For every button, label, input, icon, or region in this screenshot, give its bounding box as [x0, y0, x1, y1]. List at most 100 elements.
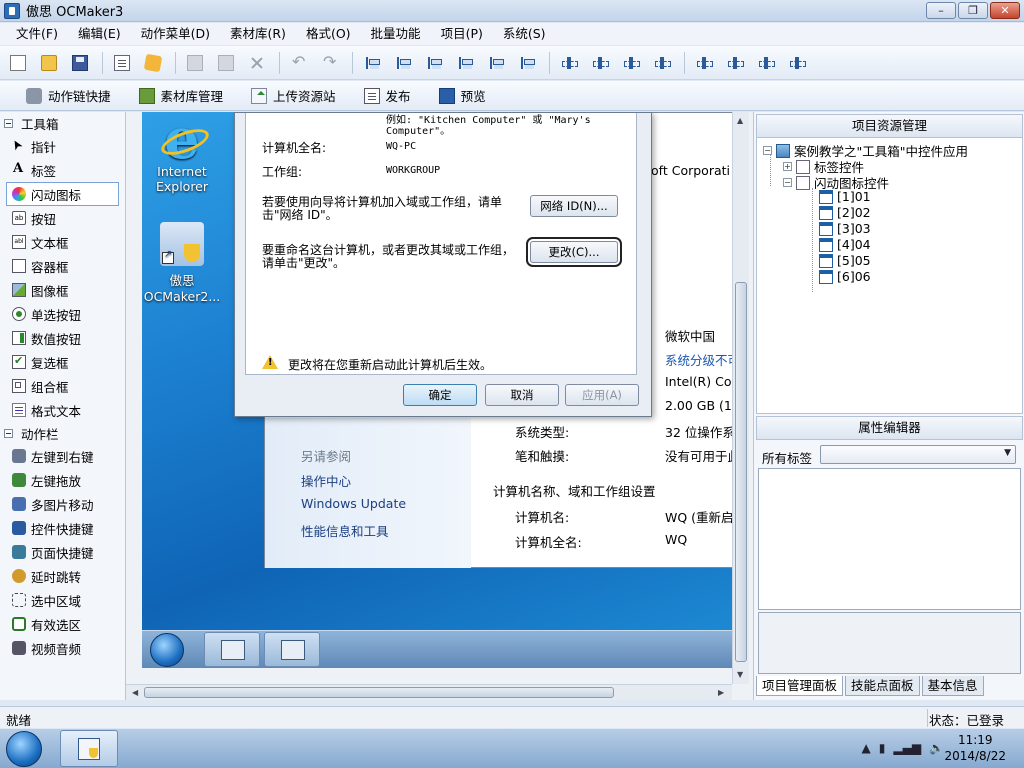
menu-project[interactable]: 项目(P)	[431, 23, 493, 45]
space-decrease-button[interactable]	[783, 49, 811, 77]
taskbar-button-system[interactable]	[264, 632, 320, 667]
tree-page-item[interactable]: [3]03	[819, 221, 871, 236]
tree-page-item[interactable]: [4]04	[819, 237, 871, 252]
cancel-button[interactable]: 取消	[485, 384, 559, 406]
action-select-area[interactable]: 选中区域	[0, 588, 125, 612]
scroll-up-icon[interactable]: ▲	[737, 116, 743, 125]
properties-button[interactable]	[108, 49, 136, 77]
close-button[interactable]: ✕	[990, 2, 1020, 19]
tray-device-icon[interactable]: ▮	[879, 741, 886, 755]
network-id-button[interactable]: 网络 ID(N)...	[530, 195, 618, 217]
action-video-audio[interactable]: 视频音频	[0, 636, 125, 660]
same-width-button[interactable]	[617, 49, 645, 77]
tab-project-management[interactable]: 项目管理面板	[756, 676, 844, 696]
preview-button[interactable]: 预览	[438, 86, 486, 105]
action-chain-button[interactable]: 动作链快捷	[26, 86, 111, 105]
publish-button[interactable]: 发布	[363, 86, 411, 105]
apply-button[interactable]: 应用(A)	[565, 384, 639, 406]
menu-system[interactable]: 系统(S)	[493, 23, 556, 45]
tab-skill-points[interactable]: 技能点面板	[845, 676, 920, 696]
distribute-v-button[interactable]	[586, 49, 614, 77]
tree-page-item[interactable]: [6]06	[819, 269, 871, 284]
align-middle-button[interactable]	[482, 49, 510, 77]
tool-flash-icon[interactable]: 闪动图标	[6, 182, 119, 206]
desktop-icon-ocmaker[interactable]: 傲思 OCMaker2...	[142, 222, 222, 304]
tool-checkbox[interactable]: 复选框	[0, 350, 125, 374]
tool-combo[interactable]: 组合框	[0, 374, 125, 398]
action-bar-header[interactable]: 动作栏	[0, 422, 125, 444]
action-multi-image[interactable]: 多图片移动	[0, 492, 125, 516]
volume-icon[interactable]: 🔈	[929, 741, 944, 755]
tool-textbox[interactable]: abl 文本框	[0, 230, 125, 254]
tray-expand-icon[interactable]: ▲	[862, 741, 871, 755]
menu-library[interactable]: 素材库(R)	[220, 23, 296, 45]
menu-action[interactable]: 动作菜单(D)	[131, 23, 220, 45]
horizontal-scrollbar[interactable]: ◀ ▶	[126, 684, 732, 700]
plugin-button[interactable]	[139, 49, 167, 77]
taskbar-button-network[interactable]	[204, 632, 260, 667]
tool-richtext[interactable]: 格式文本	[0, 398, 125, 422]
copy-button[interactable]	[181, 49, 209, 77]
network-signal-icon[interactable]: ▂▄▆	[893, 741, 921, 755]
horizontal-scroll-thumb[interactable]	[144, 687, 614, 698]
taskbar-ocmaker-button[interactable]	[60, 730, 118, 767]
desktop-icon-ie[interactable]: Internet Explorer	[142, 112, 222, 194]
windows-update-link[interactable]: Windows Update	[301, 496, 406, 511]
action-center-link[interactable]: 操作中心	[301, 471, 351, 490]
align-center-button[interactable]	[389, 49, 417, 77]
tool-button[interactable]: ab 按钮	[0, 206, 125, 230]
expand-icon[interactable]: +	[783, 162, 792, 171]
menu-edit[interactable]: 编辑(E)	[68, 23, 131, 45]
toolbox-header[interactable]: 工具箱	[0, 112, 125, 134]
library-manage-button[interactable]: 素材库管理	[138, 86, 223, 105]
tab-basic-info[interactable]: 基本信息	[921, 676, 984, 696]
start-orb-icon[interactable]	[150, 633, 184, 667]
action-left-to-right[interactable]: 左键到右键	[0, 444, 125, 468]
menu-format[interactable]: 格式(O)	[296, 23, 361, 45]
tool-pointer[interactable]: 指针	[0, 134, 125, 158]
open-button[interactable]	[35, 49, 63, 77]
minimize-button[interactable]: –	[926, 2, 956, 19]
action-page-shortcut[interactable]: 页面快捷键	[0, 540, 125, 564]
tree-page-item[interactable]: [2]02	[819, 205, 871, 220]
menu-file[interactable]: 文件(F)	[6, 23, 68, 45]
tool-image[interactable]: 图像框	[0, 278, 125, 302]
system-clock[interactable]: 11:19 2014/8/22	[944, 732, 1006, 764]
align-bottom-button[interactable]	[513, 49, 541, 77]
vertical-scrollbar[interactable]: ▲ ▼	[732, 112, 749, 684]
property-grid[interactable]	[758, 468, 1021, 610]
rating-link[interactable]: 系统分级不可	[665, 350, 733, 369]
vertical-scroll-thumb[interactable]	[735, 282, 747, 662]
design-canvas[interactable]: Internet Explorer 傲思 OCMaker2... rosoft …	[126, 112, 753, 700]
page-stage[interactable]: Internet Explorer 傲思 OCMaker2... rosoft …	[142, 112, 733, 668]
collapse-icon[interactable]: −	[763, 146, 772, 155]
align-right-button[interactable]	[420, 49, 448, 77]
ok-button[interactable]: 确定	[403, 384, 477, 406]
tag-filter-select[interactable]	[820, 445, 1016, 464]
scroll-down-icon[interactable]: ▼	[737, 670, 743, 679]
tool-spin[interactable]: 数值按钮	[0, 326, 125, 350]
upload-button[interactable]: 上传资源站	[251, 86, 336, 105]
collapse-icon[interactable]: −	[783, 178, 792, 187]
tool-container[interactable]: 容器框	[0, 254, 125, 278]
action-control-shortcut[interactable]: 控件快捷键	[0, 516, 125, 540]
tool-radio[interactable]: 单选按钮	[0, 302, 125, 326]
performance-link[interactable]: 性能信息和工具	[301, 521, 389, 540]
distribute-h-button[interactable]	[555, 49, 583, 77]
action-drag-drop[interactable]: 左键拖放	[0, 468, 125, 492]
undo-button[interactable]	[285, 49, 313, 77]
action-valid-area[interactable]: 有效选区	[0, 612, 125, 636]
tool-label[interactable]: 标签	[0, 158, 125, 182]
scroll-right-icon[interactable]: ▶	[718, 688, 724, 697]
space-h-button[interactable]	[721, 49, 749, 77]
action-delay-jump[interactable]: 延时跳转	[0, 564, 125, 588]
maximize-button[interactable]: ❐	[958, 2, 988, 19]
tree-page-item[interactable]: [5]05	[819, 253, 871, 268]
scroll-left-icon[interactable]: ◀	[132, 688, 138, 697]
redo-button[interactable]	[316, 49, 344, 77]
delete-button[interactable]	[243, 49, 271, 77]
space-v-button[interactable]	[690, 49, 718, 77]
tree-page-item[interactable]: [1]01	[819, 189, 871, 204]
paste-button[interactable]	[212, 49, 240, 77]
new-button[interactable]	[4, 49, 32, 77]
